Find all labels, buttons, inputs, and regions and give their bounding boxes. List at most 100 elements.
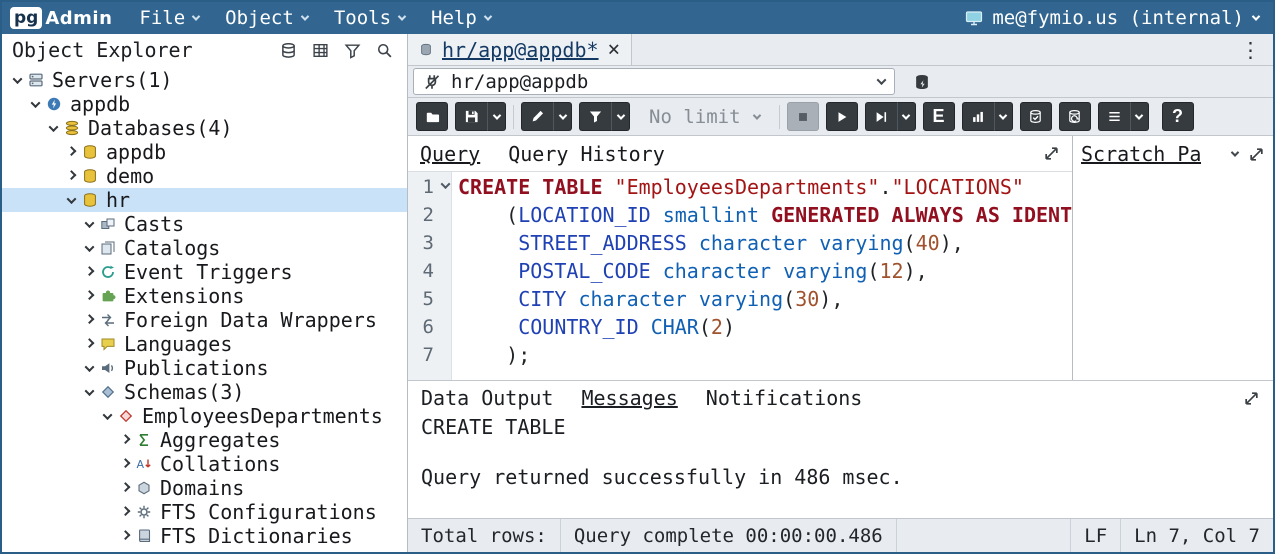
tree-item-languages[interactable]: Languages (2, 332, 407, 356)
fts-dict-icon (136, 528, 154, 544)
close-icon[interactable]: × (608, 39, 621, 60)
expand-arrow-icon[interactable] (118, 485, 133, 492)
macros-menu-button[interactable] (1130, 102, 1149, 131)
expand-arrow-icon[interactable] (64, 173, 79, 180)
tab-data-output[interactable]: Data Output (421, 386, 553, 410)
tree-item-demo[interactable]: demo (2, 164, 407, 188)
user-menu[interactable]: me@fymio.us (internal) (965, 7, 1265, 29)
menu-tools[interactable]: Tools (321, 2, 418, 34)
tree-item-publications[interactable]: Publications (2, 356, 407, 380)
execute-button[interactable] (826, 102, 858, 131)
grid-icon[interactable] (305, 37, 335, 63)
menu-help[interactable]: Help (418, 2, 504, 34)
collapse-arrow-icon[interactable] (28, 101, 43, 108)
edit-menu-button[interactable] (553, 102, 572, 131)
filter-icon[interactable] (337, 37, 367, 63)
chevron-down-icon (301, 12, 309, 20)
expand-arrow-icon[interactable] (118, 461, 133, 468)
expand-arrow-icon[interactable] (82, 317, 97, 324)
new-connection-button[interactable] (903, 68, 941, 95)
help-button[interactable]: ? (1162, 102, 1194, 131)
explain-button[interactable]: E (923, 102, 955, 131)
tree-item-servers-1-[interactable]: Servers(1) (2, 68, 407, 92)
expand-output-icon[interactable] (1243, 390, 1260, 407)
tree-item-schemas-3-[interactable]: Schemas(3) (2, 380, 407, 404)
save-menu-button[interactable] (487, 102, 506, 131)
logo-admin-text: Admin (45, 8, 112, 29)
collapse-arrow-icon[interactable] (82, 365, 97, 372)
domain-icon (136, 480, 154, 496)
tree-item-label: FTS Dictionaries (160, 524, 353, 548)
status-right: LF Ln 7, Col 7 (1070, 519, 1273, 552)
expand-editor-icon[interactable] (1043, 145, 1060, 162)
expand-arrow-icon[interactable] (118, 437, 133, 444)
query-tool-tab[interactable]: hr/app@appdb* × (408, 34, 632, 65)
collapse-arrow-icon[interactable] (82, 221, 97, 228)
explain-menu-button[interactable] (994, 102, 1013, 131)
connection-select[interactable]: hr/app@appdb (413, 68, 895, 95)
tree-item-appdb[interactable]: appdb (2, 140, 407, 164)
scratch-pad-title: Scratch Pa (1081, 142, 1201, 166)
tab-messages[interactable]: Messages (581, 386, 677, 410)
collapse-arrow-icon[interactable] (64, 197, 79, 204)
search-icon[interactable] (369, 37, 399, 63)
db-stack-icon[interactable] (273, 37, 303, 63)
expand-arrow-icon[interactable] (82, 341, 97, 348)
tree-item-extensions[interactable]: Extensions (2, 284, 407, 308)
execute-menu-button[interactable] (897, 102, 916, 131)
chevron-down-icon (558, 111, 566, 119)
macros-button[interactable] (1098, 102, 1130, 131)
tree-item-casts[interactable]: Casts (2, 212, 407, 236)
tab-query-history[interactable]: Query History (508, 142, 665, 166)
save-button[interactable] (455, 102, 487, 131)
tree-item-appdb[interactable]: appdb (2, 92, 407, 116)
edit-button[interactable] (521, 102, 553, 131)
tree-item-fts-configurations[interactable]: FTS Configurations (2, 500, 407, 524)
commit-button[interactable] (1020, 102, 1052, 131)
rollback-button[interactable] (1059, 102, 1091, 131)
tree-item-label: appdb (70, 92, 130, 116)
expand-arrow-icon[interactable] (118, 509, 133, 516)
commit-db-icon (1028, 109, 1043, 124)
open-file-button[interactable] (416, 102, 448, 131)
scratch-pad-body[interactable] (1073, 172, 1273, 380)
sql-code[interactable]: CREATE TABLE "EmployeesDepartments"."LOC… (452, 172, 1072, 380)
collapse-arrow-icon[interactable] (100, 413, 115, 420)
sql-editor[interactable]: 1234567 CREATE TABLE "EmployeesDepartmen… (408, 172, 1072, 380)
line-number-gutter: 1234567 (408, 172, 452, 380)
tree-item-employeesdepartments[interactable]: EmployeesDepartments (2, 404, 407, 428)
tree-item-hr[interactable]: hr (2, 188, 407, 212)
menu-file[interactable]: File (126, 2, 212, 34)
tree-item-collations[interactable]: ACollations (2, 452, 407, 476)
filter-button[interactable] (579, 102, 611, 131)
expand-arrow-icon[interactable] (82, 293, 97, 300)
collapse-arrow-icon[interactable] (10, 77, 25, 84)
fold-arrow-icon[interactable] (441, 179, 451, 189)
chevron-down-icon (192, 12, 200, 20)
execute-options-button[interactable] (865, 102, 897, 131)
tree-item-fts-dictionaries[interactable]: FTS Dictionaries (2, 524, 407, 548)
stop-button[interactable] (787, 102, 819, 131)
tree-item-domains[interactable]: Domains (2, 476, 407, 500)
tree-item-foreign-data-wrappers[interactable]: Foreign Data Wrappers (2, 308, 407, 332)
tree-item-aggregates[interactable]: Aggregates (2, 428, 407, 452)
tab-query[interactable]: Query (420, 142, 480, 166)
expand-arrow-icon[interactable] (82, 269, 97, 276)
tree-item-catalogs[interactable]: Catalogs (2, 236, 407, 260)
chevron-down-icon[interactable] (1231, 148, 1239, 156)
expand-arrow-icon[interactable] (118, 533, 133, 540)
kebab-menu-icon[interactable]: ⋮ (1228, 34, 1273, 65)
chevron-down-icon (398, 12, 406, 20)
collapse-arrow-icon[interactable] (46, 125, 61, 132)
expand-scratch-icon[interactable] (1248, 146, 1265, 163)
filter-menu-button[interactable] (611, 102, 630, 131)
tree-item-databases-4-[interactable]: Databases(4) (2, 116, 407, 140)
explain-analyze-button[interactable] (962, 102, 994, 131)
collapse-arrow-icon[interactable] (82, 389, 97, 396)
expand-arrow-icon[interactable] (64, 149, 79, 156)
menu-object[interactable]: Object (212, 2, 321, 34)
row-limit-select[interactable]: No limit (637, 102, 772, 131)
tree-item-event-triggers[interactable]: Event Triggers (2, 260, 407, 284)
collapse-arrow-icon[interactable] (82, 245, 97, 252)
tab-notifications[interactable]: Notifications (706, 386, 863, 410)
